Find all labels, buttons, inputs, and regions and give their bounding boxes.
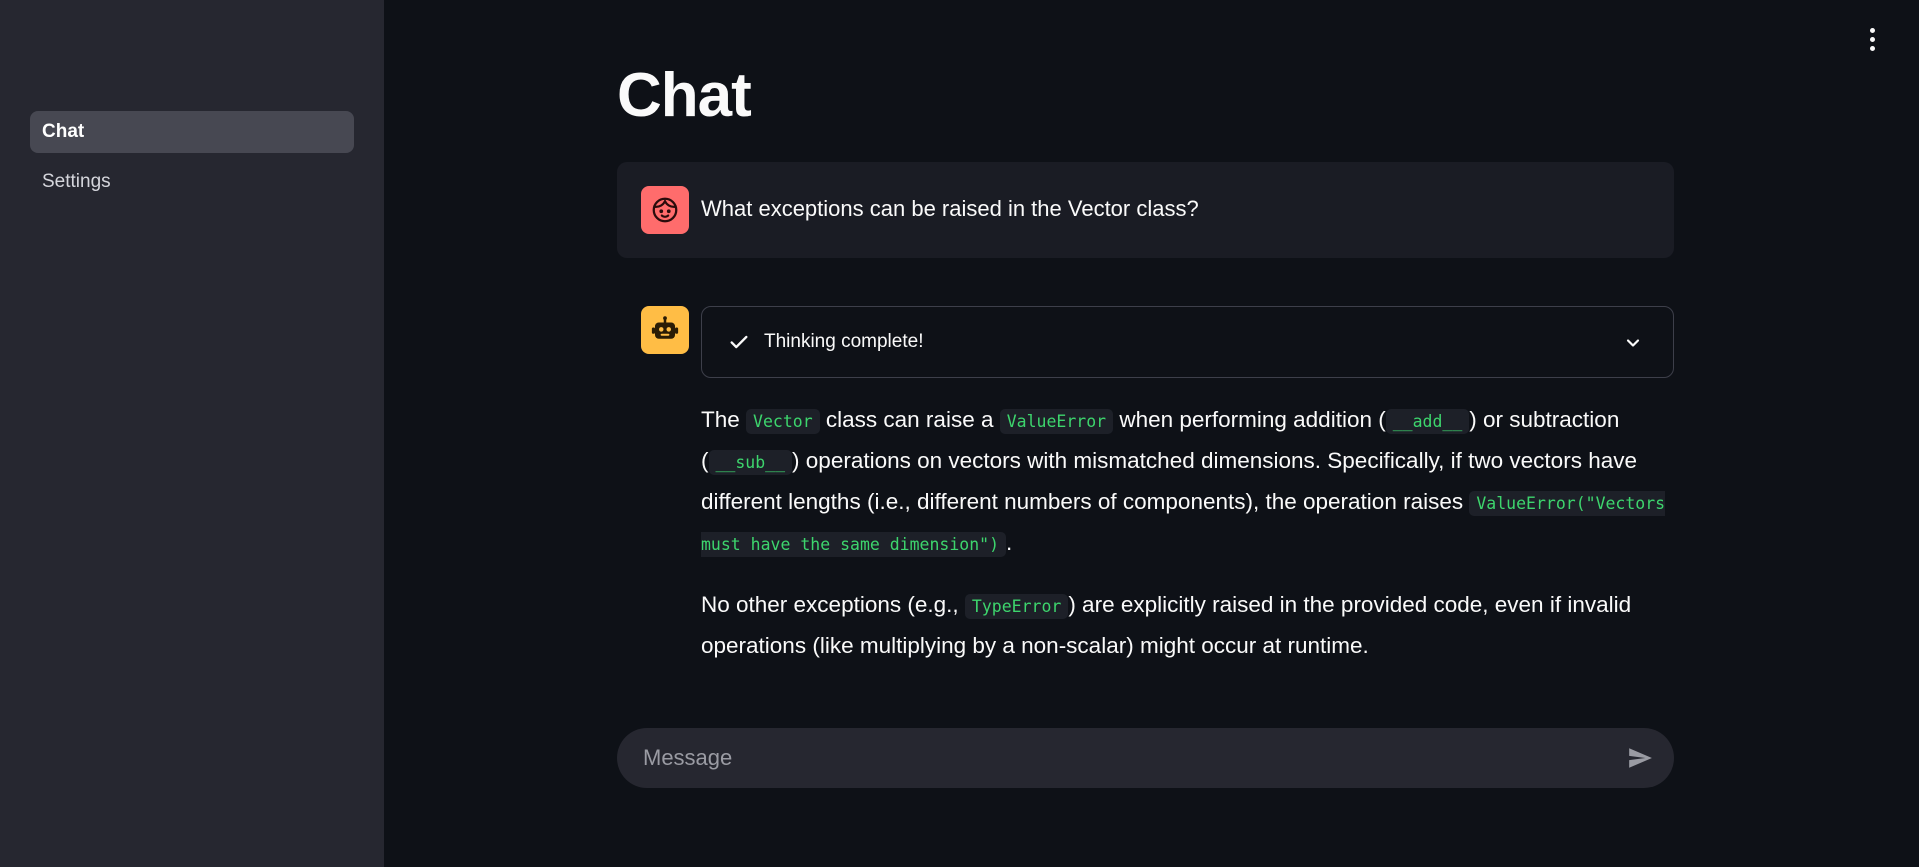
inline-code: __sub__ [708,450,793,475]
assistant-message: The Vector class can raise a ValueError … [701,400,1674,686]
page-title: Chat [617,61,752,130]
inline-code: ValueError [999,409,1114,434]
vertical-dots-icon [1869,27,1875,33]
send-button[interactable] [1624,743,1656,773]
main-menu-button[interactable] [1860,24,1884,54]
expander-label: Thinking complete! [764,331,924,352]
face-icon [641,186,689,234]
inline-code: TypeError [964,594,1069,619]
chat-input-bar [617,728,1674,788]
inline-code: Vector [746,409,820,434]
user-message: What exceptions can be raised in the Vec… [617,162,1674,258]
sidebar-item-chat[interactable]: Chat [30,111,354,153]
sidebar: Chat Settings [0,0,384,867]
answer-paragraph: No other exceptions (e.g., TypeError) ar… [701,592,1632,658]
sidebar-item-label: Chat [42,121,85,142]
robot-icon [641,306,689,354]
inline-code: __add__ [1385,409,1470,434]
sidebar-nav: Chat Settings [30,111,354,211]
message-input[interactable] [643,728,1593,788]
sidebar-item-settings[interactable]: Settings [30,161,354,203]
user-message-text: What exceptions can be raised in the Vec… [701,196,1199,221]
chevron-down-icon[interactable] [1623,333,1643,353]
check-icon [730,335,748,349]
send-icon [1629,748,1652,768]
answer-paragraph: The Vector class can raise a ValueError … [701,407,1666,557]
app: Chat Settings Chat What exceptions can b… [0,0,1919,867]
sidebar-item-label: Settings [42,171,111,192]
thinking-expander[interactable]: Thinking complete! [701,306,1674,378]
